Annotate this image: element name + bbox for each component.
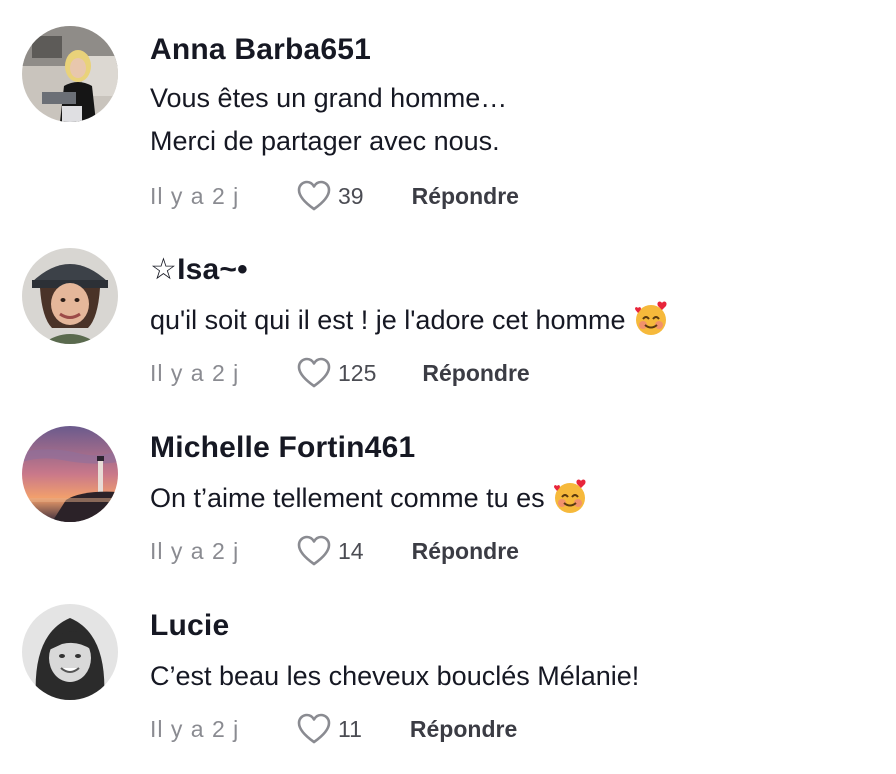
comment-meta: Il y a 2 j 14 Répondre bbox=[150, 531, 519, 571]
like-count: 11 bbox=[338, 715, 362, 742]
heart-outline-icon[interactable] bbox=[296, 712, 332, 746]
avatar[interactable] bbox=[22, 426, 118, 522]
like-button[interactable]: 39 bbox=[296, 179, 364, 213]
like-count: 39 bbox=[338, 182, 364, 209]
reply-button[interactable]: Répondre bbox=[410, 716, 517, 743]
comment-meta: Il y a 2 j 39 Répondre bbox=[150, 176, 519, 216]
comment-meta: Il y a 2 j 125 Répondre bbox=[150, 353, 530, 393]
comment-body: Lucie C’est beau les cheveux bouclés Mél… bbox=[150, 604, 876, 744]
smiling-face-with-hearts-icon bbox=[551, 477, 589, 515]
comment-text-line: On t’aime tellement comme tu es bbox=[150, 477, 876, 520]
comment-body: ☆Isa~• qu'il soit qui il est ! je l'ador… bbox=[150, 248, 876, 388]
comment-text: On t’aime tellement comme tu es bbox=[150, 483, 545, 513]
like-count: 125 bbox=[338, 359, 377, 386]
comment-text-line: C’est beau les cheveux bouclés Mélanie! bbox=[150, 661, 640, 691]
comment-username[interactable]: Lucie bbox=[150, 608, 876, 644]
like-button[interactable]: 11 bbox=[296, 712, 362, 746]
comment-body: Anna Barba651 Vous êtes un grand homme… … bbox=[150, 26, 876, 211]
comment-text-line: Merci de partager avec nous. bbox=[150, 126, 500, 156]
comment-username[interactable]: Michelle Fortin461 bbox=[150, 430, 876, 466]
comment-meta: Il y a 2 j 11 Répondre bbox=[150, 709, 517, 749]
comment-timestamp: Il y a 2 j bbox=[150, 715, 240, 742]
like-button[interactable]: 14 bbox=[296, 534, 364, 568]
avatar[interactable] bbox=[22, 248, 118, 344]
comment-username[interactable]: Anna Barba651 bbox=[150, 32, 876, 68]
smiling-face-with-hearts-icon bbox=[632, 299, 670, 337]
comment-body: Michelle Fortin461 On t’aime tellement c… bbox=[150, 426, 876, 566]
avatar[interactable] bbox=[22, 604, 118, 700]
like-button[interactable]: 125 bbox=[296, 356, 376, 390]
comment-timestamp: Il y a 2 j bbox=[150, 359, 240, 386]
comment-text-line: Vous êtes un grand homme… bbox=[150, 83, 508, 113]
avatar[interactable] bbox=[22, 26, 118, 122]
like-count: 14 bbox=[338, 537, 364, 564]
heart-outline-icon[interactable] bbox=[296, 534, 332, 568]
comment-timestamp: Il y a 2 j bbox=[150, 537, 240, 564]
comment-timestamp: Il y a 2 j bbox=[150, 182, 240, 209]
comment-text-line: qu'il soit qui il est ! je l'adore cet h… bbox=[150, 299, 876, 342]
heart-outline-icon[interactable] bbox=[296, 356, 332, 390]
reply-button[interactable]: Répondre bbox=[422, 360, 529, 387]
reply-button[interactable]: Répondre bbox=[412, 183, 519, 210]
heart-outline-icon[interactable] bbox=[296, 179, 332, 213]
reply-button[interactable]: Répondre bbox=[412, 538, 519, 565]
comment-username[interactable]: ☆Isa~• bbox=[150, 252, 876, 288]
comment-text: qu'il soit qui il est ! je l'adore cet h… bbox=[150, 305, 626, 335]
